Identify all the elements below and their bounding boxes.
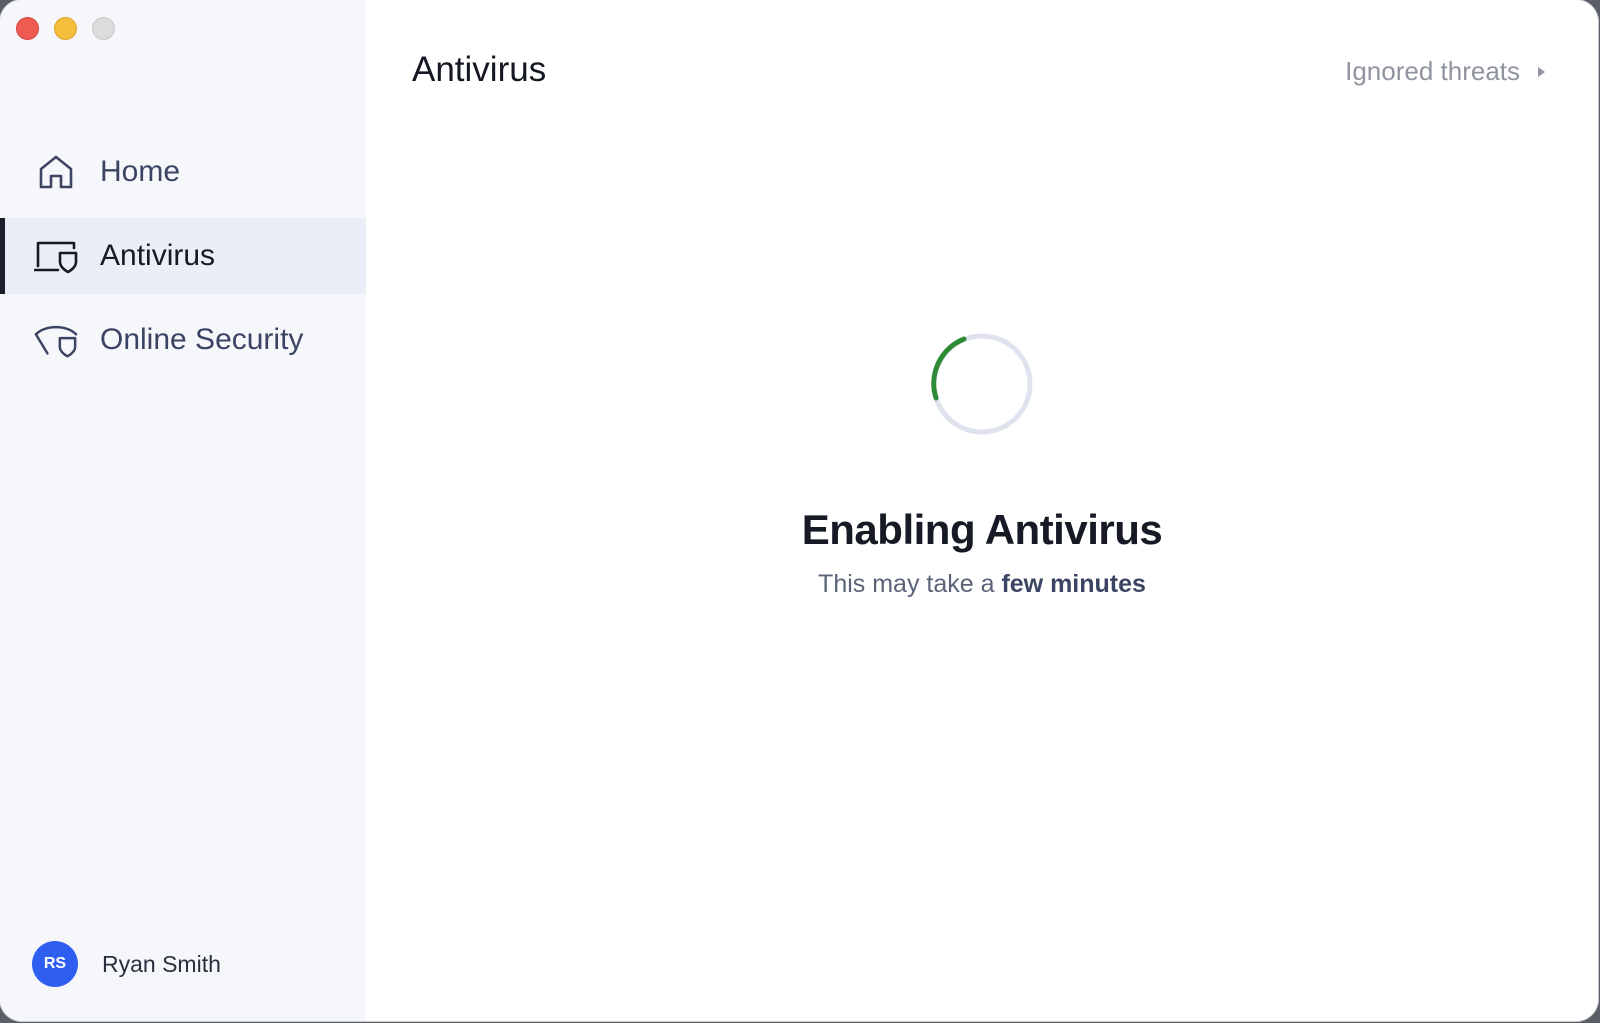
chevron-right-icon xyxy=(1536,65,1548,79)
sidebar-item-antivirus[interactable]: Antivirus xyxy=(0,218,366,294)
window-controls xyxy=(16,17,115,40)
status-subtitle-emphasis: few minutes xyxy=(1001,570,1146,598)
avatar: RS xyxy=(32,941,78,987)
main-content: Antivirus Ignored threats Enabling Antiv… xyxy=(366,0,1598,1021)
loading-spinner-icon xyxy=(931,333,1033,435)
sidebar: Home Antivirus Online Security RS Ryan S… xyxy=(0,0,366,1021)
enabling-status: Enabling Antivirus This may take a few m… xyxy=(366,330,1598,599)
zoom-window-button[interactable] xyxy=(92,17,115,40)
status-subtitle-prefix: This may take a xyxy=(818,570,995,598)
close-window-button[interactable] xyxy=(16,17,39,40)
app-window: Home Antivirus Online Security RS Ryan S… xyxy=(0,0,1598,1021)
sidebar-item-label: Home xyxy=(100,155,181,188)
web-shield-icon xyxy=(34,318,78,362)
ignored-threats-link[interactable]: Ignored threats xyxy=(1345,56,1548,87)
sidebar-item-label: Online Security xyxy=(100,323,304,356)
sidebar-item-online-security[interactable]: Online Security xyxy=(0,302,366,378)
page-title: Antivirus xyxy=(412,50,547,89)
sidebar-item-home[interactable]: Home xyxy=(0,134,366,210)
sidebar-nav: Home Antivirus Online Security xyxy=(0,134,366,386)
user-name: Ryan Smith xyxy=(102,950,221,977)
device-shield-icon xyxy=(34,234,78,278)
sidebar-item-label: Antivirus xyxy=(100,239,216,272)
status-heading: Enabling Antivirus xyxy=(801,506,1163,553)
ignored-threats-label: Ignored threats xyxy=(1345,56,1520,86)
minimize-window-button[interactable] xyxy=(54,17,77,40)
home-icon xyxy=(34,150,78,194)
status-subtitle: This may take a few minutes xyxy=(818,570,1146,599)
user-profile[interactable]: RS Ryan Smith xyxy=(32,941,221,987)
